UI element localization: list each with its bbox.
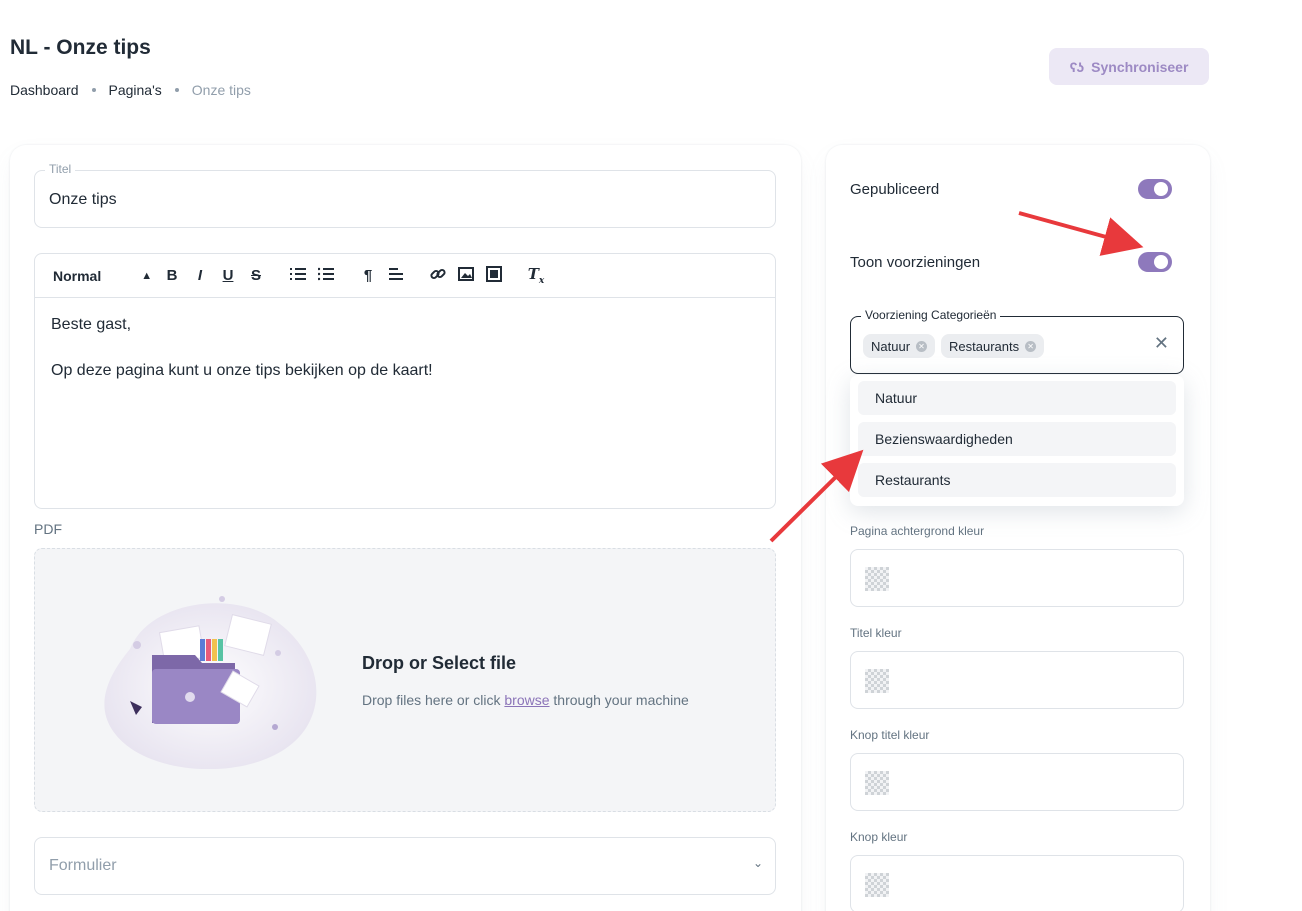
dropzone-title: Drop or Select file xyxy=(362,653,517,673)
ordered-list-icon[interactable] xyxy=(287,267,309,285)
breadcrumb: Dashboard Pagina's Onze tips xyxy=(10,82,251,98)
image-icon[interactable] xyxy=(455,266,477,285)
editor-paragraph: Op deze pagina kunt u onze tips bekijken… xyxy=(51,362,433,379)
page-title: NL - Onze tips xyxy=(10,36,151,59)
pdf-label: PDF xyxy=(34,521,62,537)
color-label-title: Titel kleur xyxy=(850,626,902,640)
breadcrumb-current: Onze tips xyxy=(191,82,251,98)
color-field-button-title[interactable] xyxy=(850,753,1184,811)
toggle-knob xyxy=(1154,182,1168,196)
chip-remove-icon[interactable]: ✕ xyxy=(1025,340,1037,352)
link-icon[interactable] xyxy=(427,266,449,286)
dropdown-option-natuur[interactable]: Natuur xyxy=(858,381,1176,415)
chip-restaurants: Restaurants ✕ xyxy=(941,334,1045,358)
title-field[interactable]: Titel Onze tips xyxy=(34,162,776,228)
categories-dropdown-menu: Natuur Bezienswaardigheden Restaurants xyxy=(850,375,1184,506)
align-icon[interactable] xyxy=(385,267,407,285)
clear-selection-icon[interactable]: ✕ xyxy=(1154,333,1169,354)
pdf-dropzone[interactable]: Drop or Select file Drop files here or c… xyxy=(34,548,776,812)
editor-body[interactable]: Beste gast, Op deze pagina kunt u onze t… xyxy=(35,298,775,420)
dropdown-option-bezienswaardigheden[interactable]: Bezienswaardigheden xyxy=(858,422,1176,456)
sync-button-label: Synchroniseer xyxy=(1091,58,1189,75)
browse-link[interactable]: browse xyxy=(504,692,549,708)
color-label-button-title: Knop titel kleur xyxy=(850,728,930,742)
editor-toolbar: Normal ▲ B I U S ¶ Tx xyxy=(35,254,775,298)
chip-natuur: Natuur ✕ xyxy=(863,334,936,358)
breadcrumb-pages[interactable]: Pagina's xyxy=(109,82,162,98)
italic-icon[interactable]: I xyxy=(189,267,211,284)
show-facilities-toggle[interactable] xyxy=(1138,252,1172,272)
strikethrough-icon[interactable]: S xyxy=(245,267,267,284)
breadcrumb-separator xyxy=(91,88,96,92)
color-field-page-background[interactable] xyxy=(850,549,1184,607)
clear-format-icon[interactable]: Tx xyxy=(525,265,547,286)
color-field-title[interactable] xyxy=(850,651,1184,709)
facility-categories-legend: Voorziening Categorieën xyxy=(861,308,1001,322)
published-toggle[interactable] xyxy=(1138,179,1172,199)
upload-illustration-icon xyxy=(104,596,317,769)
published-label: Gepubliceerd xyxy=(850,180,940,198)
show-facilities-row: Toon voorzieningen xyxy=(850,252,1172,272)
title-field-value: Onze tips xyxy=(49,191,117,208)
selected-chips: Natuur ✕ Restaurants ✕ xyxy=(863,334,1045,358)
bold-icon[interactable]: B xyxy=(161,267,183,284)
text-direction-icon[interactable]: ¶ xyxy=(357,267,379,284)
form-select[interactable]: Formulier ⌄ xyxy=(34,837,776,895)
color-label-page-background: Pagina achtergrond kleur xyxy=(850,524,985,538)
page-content-card: Titel Onze tips Normal ▲ B I U S ¶ Tx Be… xyxy=(10,145,801,911)
sync-button[interactable]: ʕʖ Synchroniseer xyxy=(1049,48,1209,85)
facility-categories-select[interactable]: Voorziening Categorieën Natuur ✕ Restaur… xyxy=(850,308,1184,374)
color-label-button: Knop kleur xyxy=(850,830,908,844)
select-arrows-icon: ▲ xyxy=(141,269,153,282)
chevron-down-icon: ⌄ xyxy=(752,856,763,870)
transparent-swatch-icon xyxy=(865,873,889,897)
title-field-legend: Titel xyxy=(45,162,76,176)
form-select-placeholder: Formulier xyxy=(49,857,117,874)
bullet-list-icon[interactable] xyxy=(315,267,337,285)
dropzone-description: Drop files here or click browse through … xyxy=(362,692,689,708)
chip-remove-icon[interactable]: ✕ xyxy=(916,340,928,352)
show-facilities-label: Toon voorzieningen xyxy=(850,253,981,271)
color-field-button[interactable] xyxy=(850,855,1184,911)
underline-icon[interactable]: U xyxy=(217,267,239,284)
transparent-swatch-icon xyxy=(865,669,889,693)
rich-text-editor: Normal ▲ B I U S ¶ Tx Beste gast, Op dez… xyxy=(34,253,776,509)
breadcrumb-dashboard[interactable]: Dashboard xyxy=(10,82,79,98)
toggle-knob xyxy=(1154,255,1168,269)
video-icon[interactable] xyxy=(483,265,505,286)
dropdown-option-restaurants[interactable]: Restaurants xyxy=(858,463,1176,497)
page-settings-card: Gepubliceerd Toon voorzieningen Voorzien… xyxy=(826,145,1210,911)
transparent-swatch-icon xyxy=(865,771,889,795)
published-row: Gepubliceerd xyxy=(850,179,1172,199)
sync-icon: ʕʖ xyxy=(1069,58,1085,75)
breadcrumb-separator xyxy=(174,88,179,92)
editor-paragraph: Beste gast, xyxy=(51,316,132,333)
transparent-swatch-icon xyxy=(865,567,889,591)
format-select[interactable]: Normal ▲ xyxy=(53,268,161,284)
